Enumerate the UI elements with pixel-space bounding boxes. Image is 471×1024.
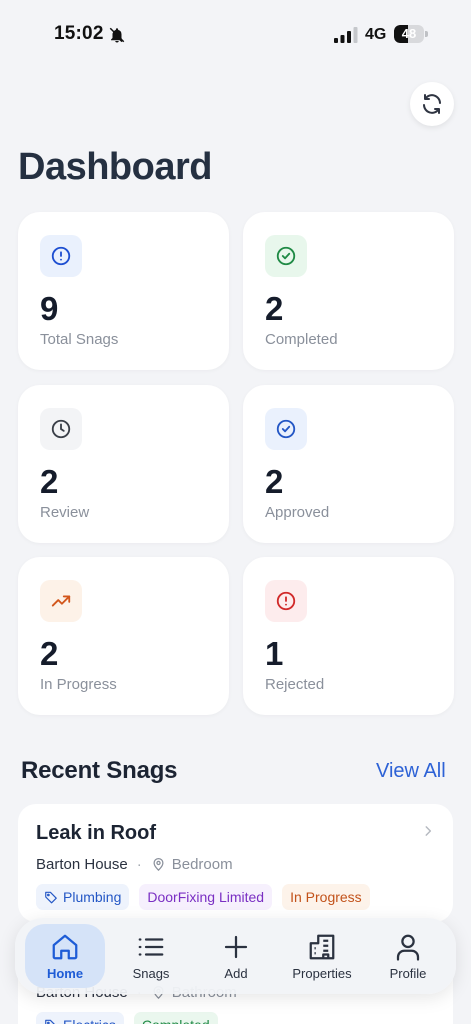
trending-up-icon [40, 580, 82, 622]
tag-category: Plumbing [36, 884, 130, 910]
battery-level: 48 [401, 26, 417, 41]
refresh-icon [423, 94, 441, 114]
chevron-right-icon [425, 826, 432, 836]
separator-dot: · [136, 856, 142, 873]
tag-status: In Progress [282, 884, 370, 910]
stat-card-completed[interactable]: 2 Completed [243, 212, 454, 370]
nav-add[interactable]: Add [196, 924, 276, 988]
stat-label: Review [40, 504, 90, 521]
snag-card[interactable]: Leak in Roof Barton House · Bedroom Plum… [18, 804, 453, 922]
plus-icon [224, 935, 248, 959]
signal-icon [334, 27, 358, 43]
tag-icon [45, 891, 57, 904]
stat-card-rejected[interactable]: 1 Rejected [243, 557, 454, 715]
refresh-button[interactable] [410, 82, 454, 126]
stat-value: 9 [40, 290, 59, 327]
check-circle-icon [265, 408, 307, 450]
tag-contractor: DoorFixing Limited [139, 884, 273, 910]
view-all-link[interactable]: View All [376, 760, 446, 783]
alert-circle-icon [265, 580, 307, 622]
list-icon [138, 938, 164, 956]
tag-icon [45, 1019, 55, 1024]
snag-tags: Plumbing DoorFixing Limited In Progress [36, 884, 370, 910]
user-icon [396, 934, 420, 961]
nav-label: Home [46, 966, 84, 981]
page-title: Dashboard [18, 146, 212, 188]
stat-value: 2 [265, 290, 284, 327]
stat-card-total-snags[interactable]: 9 Total Snags [18, 212, 229, 370]
recent-snags-title: Recent Snags [21, 757, 178, 784]
stat-label: Approved [265, 504, 330, 521]
stat-label: Total Snags [40, 331, 119, 348]
nav-label: Snags [132, 966, 170, 981]
bell-off-icon [109, 27, 125, 43]
stat-label: Rejected [265, 676, 325, 693]
status-time: 15:02 [54, 23, 104, 44]
snag-room: Bedroom [171, 856, 233, 873]
home-icon [52, 934, 78, 960]
stat-card-approved[interactable]: 2 Approved [243, 385, 454, 543]
nav-label: Properties [292, 966, 352, 981]
alert-circle-icon [40, 235, 82, 277]
stat-label: In Progress [40, 676, 117, 693]
nav-label: Profile [389, 966, 427, 981]
network-type: 4G [365, 26, 387, 43]
nav-properties[interactable]: Properties [282, 924, 362, 988]
tag-label: Electrics [63, 1012, 116, 1024]
bottom-nav: Home Snags Add Properties Profile [15, 918, 456, 994]
nav-snags[interactable]: Snags [111, 924, 191, 988]
snag-tags: Electrics Completed [36, 1012, 218, 1024]
stat-value: 2 [40, 463, 59, 500]
nav-home[interactable]: Home [25, 924, 105, 988]
clock-icon [40, 408, 82, 450]
battery-indicator: 48 [394, 25, 428, 43]
stat-value: 2 [265, 463, 284, 500]
status-bar: 15:02 4G 48 [0, 0, 471, 70]
location-pin-icon [153, 857, 164, 871]
nav-label: Add [224, 966, 248, 981]
building-icon [309, 934, 335, 960]
stat-card-review[interactable]: 2 Review [18, 385, 229, 543]
snag-title: Leak in Roof [36, 822, 157, 844]
stat-card-in-progress[interactable]: 2 In Progress [18, 557, 229, 715]
tag-label: Plumbing [63, 889, 122, 905]
snag-property: Barton House [36, 856, 128, 873]
stat-value: 1 [265, 635, 284, 672]
nav-profile[interactable]: Profile [368, 924, 448, 988]
tag-category: Electrics [36, 1012, 124, 1024]
stat-label: Completed [265, 331, 338, 348]
tag-status: Completed [133, 1012, 218, 1024]
check-circle-icon [265, 235, 307, 277]
stat-value: 2 [40, 635, 59, 672]
snag-meta: Barton House · Bedroom [36, 856, 233, 873]
